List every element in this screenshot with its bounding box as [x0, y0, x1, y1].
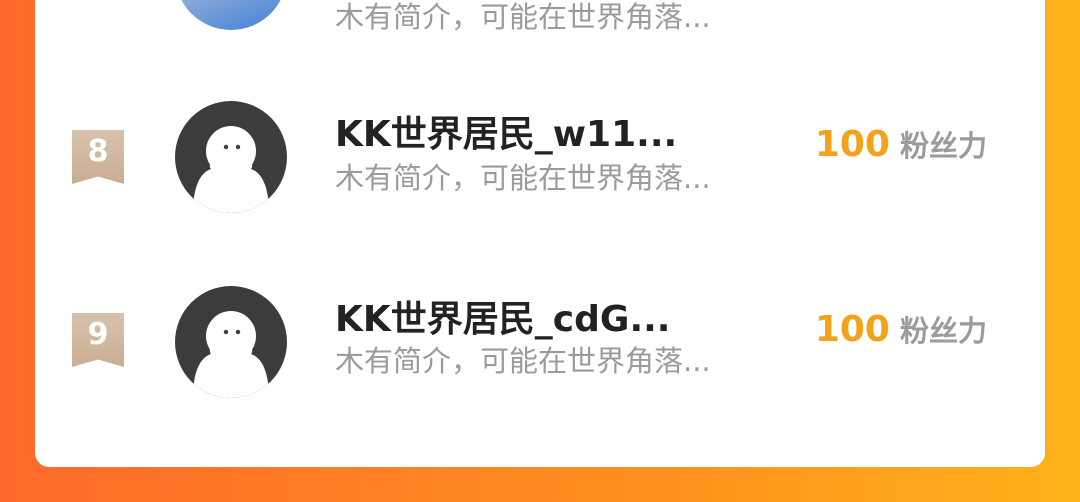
fans-count: 100 — [814, 124, 890, 165]
fans-label: 粉丝力 — [899, 314, 987, 348]
ranking-list-card: 木有简介，可能在世界角落... 8 KK世界居民_w11... 木有简介，可能在… — [35, 0, 1045, 467]
rank-number: 9 — [87, 317, 109, 352]
ranking-row-9[interactable]: 9 KK世界居民_cdG... 木有简介，可能在世界角落... 100 粉丝力 — [35, 278, 1045, 398]
user-name[interactable]: KK世界居民_w11... — [335, 105, 677, 157]
fans-count: 100 — [814, 309, 890, 350]
rank-badge: 8 — [72, 130, 124, 184]
fans-power: 100 粉丝力 — [815, 123, 987, 165]
default-avatar-icon[interactable] — [175, 286, 287, 398]
user-bio: 木有简介，可能在世界角落... — [335, 0, 711, 34]
user-bio: 木有简介，可能在世界角落... — [335, 344, 711, 378]
ranking-row-8[interactable]: 8 KK世界居民_w11... 木有简介，可能在世界角落... 100 粉丝力 — [35, 95, 1045, 215]
rank-badge: 9 — [72, 313, 124, 367]
user-bio: 木有简介，可能在世界角落... — [335, 161, 711, 195]
user-avatar-photo[interactable] — [175, 0, 287, 30]
fans-label: 粉丝力 — [899, 129, 987, 163]
user-name[interactable]: KK世界居民_cdG... — [335, 290, 670, 342]
default-avatar-icon[interactable] — [175, 101, 287, 213]
fans-power: 100 粉丝力 — [815, 308, 987, 350]
ranking-row-previous[interactable]: 木有简介，可能在世界角落... — [35, 0, 1045, 80]
rank-number: 8 — [87, 134, 109, 169]
